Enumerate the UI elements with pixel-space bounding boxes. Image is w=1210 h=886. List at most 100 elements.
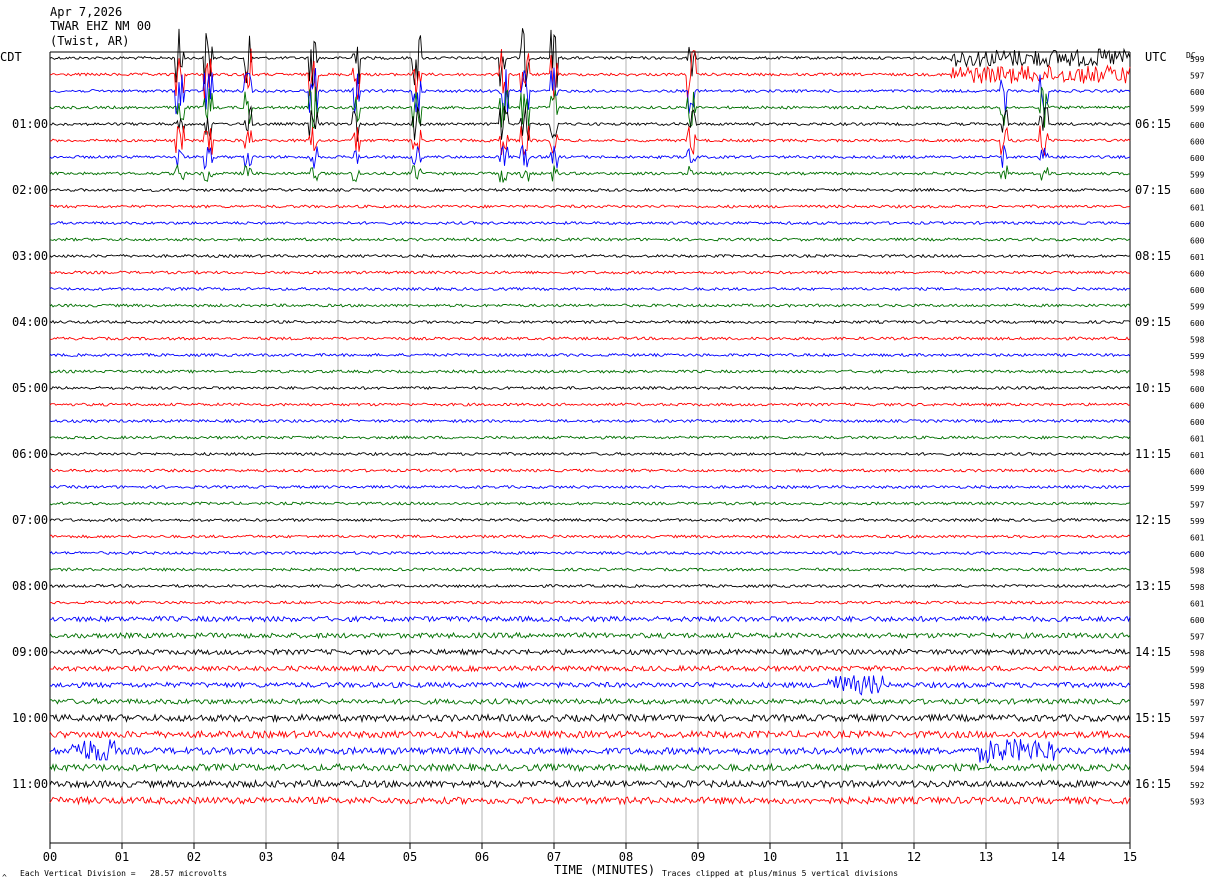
x-tick-label: 13 — [979, 850, 993, 864]
trace-line — [49, 125, 1131, 156]
left-time-label: 01:00 — [12, 117, 48, 131]
trace-line — [49, 534, 1131, 539]
trace-line — [49, 631, 1131, 640]
trace-line — [49, 187, 1131, 193]
trace-line — [49, 567, 1131, 572]
dc-offset-label: 599 — [1190, 352, 1205, 361]
dc-offset-label: 601 — [1190, 204, 1205, 213]
dc-offset-label: 601 — [1190, 451, 1205, 460]
trace-line — [49, 675, 1131, 696]
x-axis-title: TIME (MINUTES) — [554, 863, 655, 877]
x-tick-label: 15 — [1123, 850, 1137, 864]
dc-offset-label: 599 — [1190, 484, 1205, 493]
trace-line — [49, 352, 1131, 358]
scale-note: Each Vertical Division = 28.57 microvolt… — [20, 869, 227, 878]
dc-offset-label: 601 — [1190, 600, 1205, 609]
seismogram-plot: Apr 7,2026 TWAR EHZ NM 00 (Twist, AR) CD… — [0, 5, 1205, 882]
right-time-label: 12:15 — [1135, 513, 1171, 527]
trace-line — [49, 729, 1131, 740]
trace-line — [49, 270, 1131, 275]
left-time-label: 11:00 — [12, 777, 48, 791]
x-tick-label: 10 — [763, 850, 777, 864]
x-tick-label: 00 — [43, 850, 57, 864]
x-tick-label: 07 — [547, 850, 561, 864]
trace-line — [49, 402, 1131, 407]
dc-offset-label: 599 — [1190, 105, 1205, 114]
dc-offset-label: 597 — [1190, 633, 1205, 642]
dc-offset-label: 600 — [1190, 468, 1205, 477]
trace-line — [49, 105, 1131, 142]
left-time-label: 09:00 — [12, 645, 48, 659]
right-time-label: 09:15 — [1135, 315, 1171, 329]
dc-offset-label: 600 — [1190, 616, 1205, 625]
trace-line — [49, 778, 1131, 790]
right-time-label: 11:15 — [1135, 447, 1171, 461]
header-location: (Twist, AR) — [50, 34, 129, 48]
trace-line — [49, 501, 1131, 506]
left-time-label: 08:00 — [12, 579, 48, 593]
left-time-label: 10:00 — [12, 711, 48, 725]
clip-note: Traces clipped at plus/minus 5 vertical … — [662, 869, 898, 878]
right-time-label: 10:15 — [1135, 381, 1171, 395]
grid-layer — [49, 52, 1131, 843]
left-time-label: 05:00 — [12, 381, 48, 395]
dc-offset-label: 601 — [1190, 253, 1205, 262]
x-tick-label: 08 — [619, 850, 633, 864]
dc-offset-label: 593 — [1190, 798, 1205, 807]
trace-line — [49, 615, 1131, 623]
header-date: Apr 7,2026 — [50, 5, 122, 19]
x-tick-layer: 00 01 02 03 04 05 06 07 08 09 10 11 12 13 14 15 — [43, 843, 1137, 864]
trace-line — [49, 435, 1131, 440]
right-time-label: 07:15 — [1135, 183, 1171, 197]
trace-line — [50, 600, 1131, 605]
x-tick-label: 04 — [331, 850, 345, 864]
x-tick-label: 14 — [1051, 850, 1065, 864]
x-tick-label: 03 — [259, 850, 273, 864]
dc-offset-label: 599 — [1190, 303, 1205, 312]
trace-line — [49, 484, 1131, 490]
dc-offset-label: 600 — [1190, 385, 1205, 394]
dc-offset-label: 599 — [1190, 171, 1205, 180]
dc-offset-label: 598 — [1190, 369, 1205, 378]
trace-line — [49, 163, 1131, 183]
x-tick-label: 06 — [475, 850, 489, 864]
trace-line — [49, 713, 1131, 724]
left-time-label: 07:00 — [12, 513, 48, 527]
trace-line — [49, 385, 1131, 391]
right-time-label: 14:15 — [1135, 645, 1171, 659]
dc-offset-label: 594 — [1190, 748, 1205, 757]
dc-offset-label: 600 — [1190, 138, 1205, 147]
trace-line — [49, 517, 1131, 523]
trace-line — [49, 468, 1131, 473]
right-time-label: 06:15 — [1135, 117, 1171, 131]
dc-offset-label: 600 — [1190, 187, 1205, 196]
right-time-label: 15:15 — [1135, 711, 1171, 725]
dc-offset-label: 600 — [1190, 418, 1205, 427]
trace-line — [49, 697, 1131, 706]
dc-offset-label: 600 — [1190, 270, 1205, 279]
x-tick-label: 11 — [835, 850, 849, 864]
trace-line — [49, 795, 1131, 806]
right-time-label: 13:15 — [1135, 579, 1171, 593]
dc-offset-label: 598 — [1190, 682, 1205, 691]
trace-line — [49, 762, 1131, 773]
dc-offset-label: 598 — [1190, 567, 1205, 576]
dc-offset-label: 600 — [1190, 154, 1205, 163]
dc-offset-label: 592 — [1190, 781, 1205, 790]
right-timezone-label: UTC — [1145, 50, 1167, 64]
x-tick-label: 09 — [691, 850, 705, 864]
left-time-label: 03:00 — [12, 249, 48, 263]
left-timezone-label: CDT — [0, 50, 22, 64]
dc-offset-label: 600 — [1190, 121, 1205, 130]
time-label-layer: 01:00 02:00 03:00 04:00 05:00 06:00 07:00 08:00… — [12, 55, 1205, 807]
trace-line — [49, 550, 1131, 556]
left-time-label: 02:00 — [12, 183, 48, 197]
x-tick-label: 01 — [115, 850, 129, 864]
left-time-label: 04:00 — [12, 315, 48, 329]
dc-offset-label: 599 — [1190, 55, 1205, 64]
trace-line — [49, 86, 1131, 129]
trace-line — [49, 220, 1131, 226]
trace-line — [49, 369, 1131, 374]
dc-offset-label: 597 — [1190, 72, 1205, 81]
dc-offset-label: 600 — [1190, 402, 1205, 411]
